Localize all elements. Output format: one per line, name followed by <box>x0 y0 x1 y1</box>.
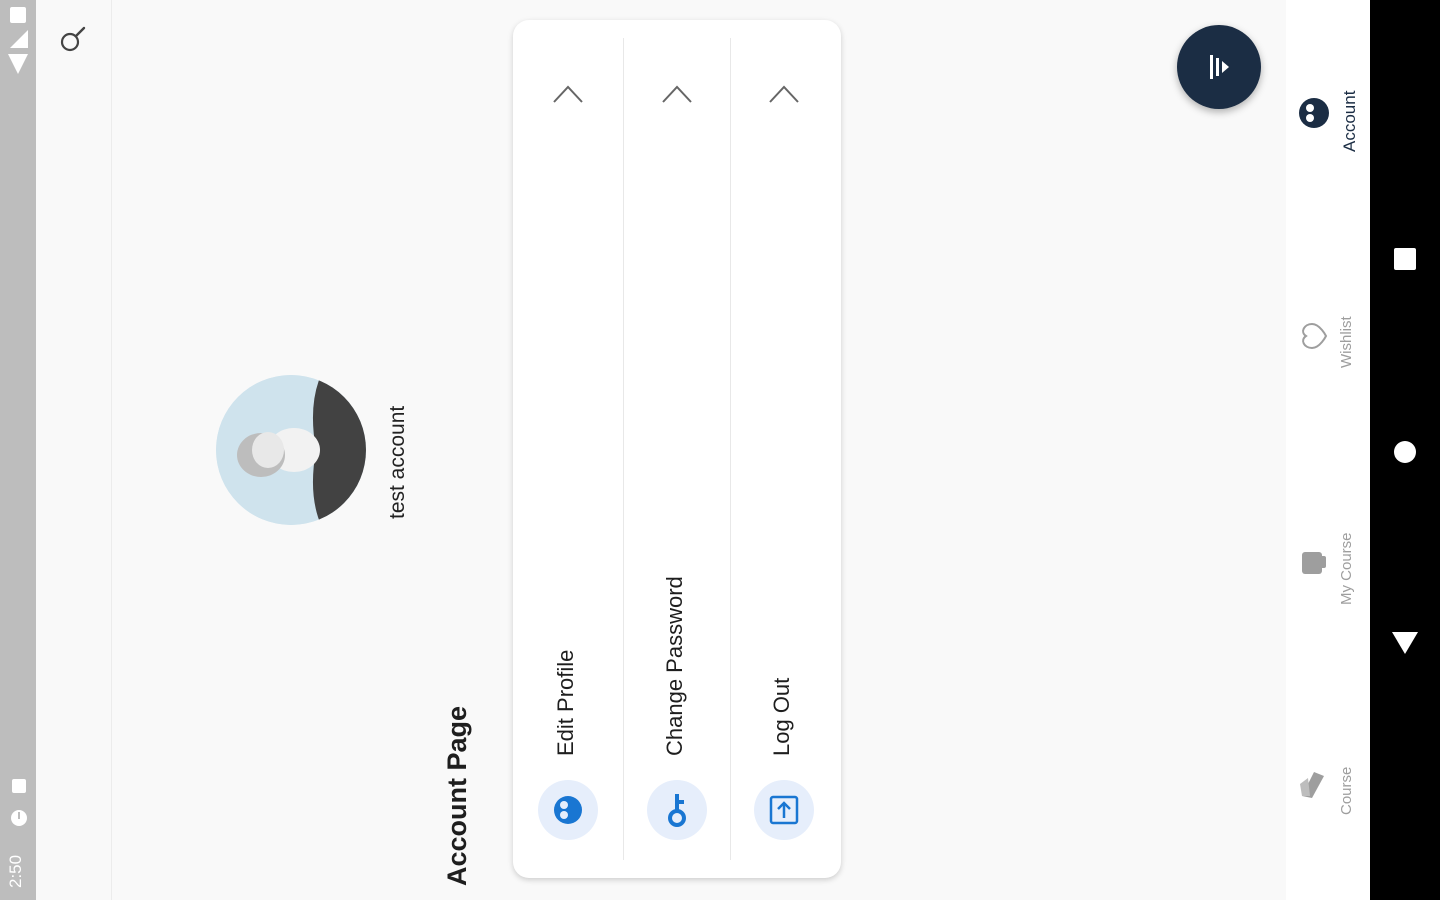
search-icon[interactable] <box>58 24 88 54</box>
heart-icon <box>1302 322 1328 350</box>
nav-label: My Course <box>1338 532 1355 605</box>
status-bar: 2:50 <box>0 0 36 900</box>
nav-label: Account <box>1340 90 1359 152</box>
menu-item-label: Edit Profile <box>553 649 578 756</box>
menu-item-log-out[interactable]: Log Out <box>731 20 839 878</box>
floating-action-button[interactable] <box>1177 25 1261 109</box>
battery-icon <box>10 7 26 23</box>
home-icon[interactable] <box>1392 439 1418 465</box>
system-nav-bar <box>1370 0 1440 900</box>
nav-item-wishlist[interactable]: Wishlist <box>1286 260 1370 420</box>
wifi-icon <box>8 54 28 74</box>
player-icon <box>1210 55 1229 79</box>
sd-card-icon <box>12 779 26 793</box>
account-menu-card: Edit Profile Change Password Log Out <box>513 20 841 878</box>
books-icon <box>1300 772 1324 798</box>
account-icon <box>1299 98 1329 128</box>
bottom-navigation: Account Wishlist My Course Course <box>1286 0 1370 900</box>
page-title: Account Page <box>442 705 472 886</box>
avatar <box>216 375 366 525</box>
recents-icon[interactable] <box>1392 246 1418 272</box>
notification-icon <box>11 810 27 826</box>
nav-item-account[interactable]: Account <box>1286 40 1370 200</box>
nav-label: Course <box>1338 766 1355 815</box>
log-out-icon-badge <box>754 780 814 840</box>
chevron-up-icon <box>662 85 692 103</box>
edit-profile-icon-badge <box>538 780 598 840</box>
app-bar <box>36 0 112 900</box>
menu-item-edit-profile[interactable]: Edit Profile <box>513 20 621 878</box>
signal-icon <box>10 30 28 48</box>
menu-item-change-password[interactable]: Change Password <box>624 20 732 878</box>
chevron-up-icon <box>769 85 799 103</box>
change-password-icon-badge <box>647 780 707 840</box>
course-bag-icon <box>1302 552 1326 574</box>
account-circle-icon <box>554 796 582 824</box>
nav-item-my-course[interactable]: My Course <box>1286 480 1370 640</box>
back-icon[interactable] <box>1390 630 1420 656</box>
nav-label: Wishlist <box>1338 316 1355 368</box>
chevron-up-icon <box>553 85 583 103</box>
logout-icon <box>769 795 799 825</box>
menu-item-label: Log Out <box>769 677 794 756</box>
user-name: test account <box>386 405 409 519</box>
menu-item-label: Change Password <box>662 576 687 756</box>
nav-item-course[interactable]: Course <box>1286 700 1370 860</box>
status-time: 2:50 <box>6 854 25 888</box>
key-icon <box>668 794 686 827</box>
